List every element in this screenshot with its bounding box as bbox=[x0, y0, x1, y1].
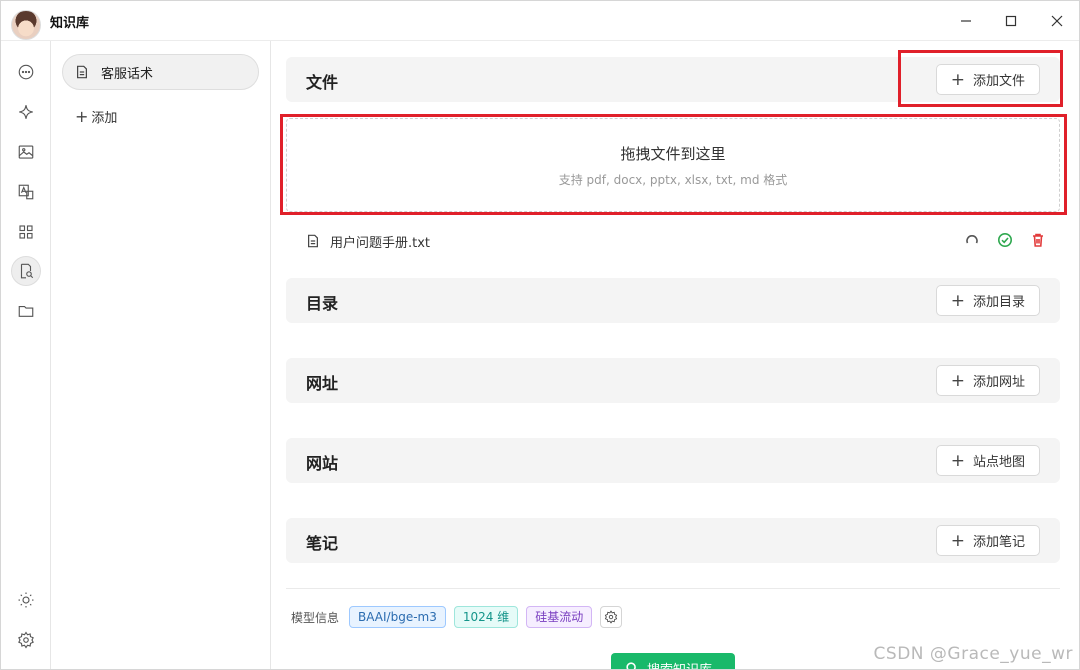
nav-rail bbox=[1, 41, 51, 669]
maximize-icon bbox=[1005, 15, 1017, 27]
add-kb-label: 添加 bbox=[91, 111, 118, 126]
file-actions bbox=[964, 232, 1046, 252]
plus-icon: + bbox=[950, 370, 965, 391]
refresh-icon bbox=[966, 235, 978, 244]
app-title: 知识库 bbox=[50, 16, 90, 31]
dimension-badge: 1024 维 bbox=[453, 606, 519, 628]
highlight-box-dropzone bbox=[280, 114, 1067, 215]
sitemap-button[interactable]: + 站点地图 bbox=[935, 445, 1040, 476]
main-content: 文件 + 添加文件 拖拽文件到这里 支持 pdf, docx, pptx, xl… bbox=[271, 41, 1079, 670]
folder-icon[interactable] bbox=[11, 296, 41, 326]
trash-icon bbox=[1033, 233, 1043, 247]
add-directory-label: 添加目录 bbox=[972, 295, 1025, 310]
search-kb-button[interactable]: 搜索知识库 bbox=[611, 653, 735, 670]
avatar[interactable] bbox=[11, 10, 41, 40]
image-icon[interactable] bbox=[11, 137, 41, 167]
provider-badge: 硅基流动 bbox=[526, 606, 593, 628]
kb-item-label: 客服话术 bbox=[101, 66, 154, 82]
add-url-label: 添加网址 bbox=[972, 375, 1025, 390]
status-success bbox=[997, 232, 1013, 252]
title-bar: 知识库 bbox=[1, 1, 1079, 41]
section-website: 网站 + 站点地图 bbox=[286, 438, 1060, 483]
watermark: CSDN @Grace_yue_wr bbox=[873, 644, 1073, 664]
section-url-title: 网址 bbox=[306, 374, 339, 393]
close-button[interactable] bbox=[1045, 9, 1069, 33]
file-list-item: 用户问题手册.txt bbox=[306, 228, 1046, 254]
section-url: 网址 + 添加网址 bbox=[286, 358, 1060, 403]
section-files-title: 文件 bbox=[306, 73, 339, 92]
minimize-icon bbox=[961, 20, 971, 22]
translate-icon[interactable] bbox=[11, 177, 41, 207]
search-icon bbox=[626, 662, 636, 669]
minimize-button[interactable] bbox=[954, 9, 978, 33]
divider bbox=[286, 588, 1060, 589]
model-info: 模型信息 BAAI/bge-m3 1024 维 硅基流动 bbox=[291, 605, 623, 629]
plus-icon: + bbox=[950, 290, 965, 311]
add-directory-button[interactable]: + 添加目录 bbox=[935, 285, 1040, 316]
model-info-label: 模型信息 bbox=[291, 610, 340, 625]
refresh-button[interactable] bbox=[964, 232, 980, 252]
add-note-button[interactable]: + 添加笔记 bbox=[935, 525, 1040, 556]
sitemap-label: 站点地图 bbox=[972, 455, 1025, 470]
section-notes-title: 笔记 bbox=[306, 534, 339, 553]
highlight-box-add-file bbox=[898, 50, 1063, 107]
delete-button[interactable] bbox=[1030, 232, 1046, 252]
file-name: 用户问题手册.txt bbox=[330, 235, 431, 251]
plus-icon: + bbox=[75, 107, 89, 126]
settings-icon[interactable] bbox=[11, 625, 41, 655]
sparkle-icon[interactable] bbox=[11, 97, 41, 127]
model-name-badge: BAAI/bge-m3 bbox=[349, 606, 446, 628]
knowledge-base-list: 客服话术 + 添加 bbox=[51, 41, 271, 669]
add-kb-button[interactable]: + 添加 bbox=[75, 107, 117, 126]
kb-item-customer-service[interactable]: 客服话术 bbox=[62, 54, 259, 90]
model-settings-button[interactable] bbox=[600, 606, 623, 628]
gear-icon bbox=[605, 610, 618, 624]
add-note-label: 添加笔记 bbox=[972, 535, 1025, 550]
theme-sun-icon[interactable] bbox=[11, 585, 41, 615]
search-kb-label: 搜索知识库 bbox=[647, 662, 713, 670]
knowledge-search-icon[interactable] bbox=[11, 256, 41, 286]
check-circle-icon bbox=[998, 233, 1012, 247]
section-directory-title: 目录 bbox=[306, 294, 339, 313]
plus-icon: + bbox=[950, 450, 965, 471]
plus-icon: + bbox=[950, 530, 965, 551]
document-icon bbox=[77, 65, 87, 79]
section-notes: 笔记 + 添加笔记 bbox=[286, 518, 1060, 563]
app-window: 知识库 客服话术 + 添加 文件 + 添加文件 拖拽文件到这里 支持 pdf, … bbox=[0, 0, 1080, 670]
close-icon bbox=[1051, 15, 1063, 27]
add-url-button[interactable]: + 添加网址 bbox=[935, 365, 1040, 396]
maximize-button[interactable] bbox=[999, 9, 1023, 33]
chat-icon[interactable] bbox=[11, 57, 41, 87]
section-directory: 目录 + 添加目录 bbox=[286, 278, 1060, 323]
apps-icon[interactable] bbox=[11, 217, 41, 247]
file-icon bbox=[308, 234, 318, 248]
section-website-title: 网站 bbox=[306, 454, 339, 473]
